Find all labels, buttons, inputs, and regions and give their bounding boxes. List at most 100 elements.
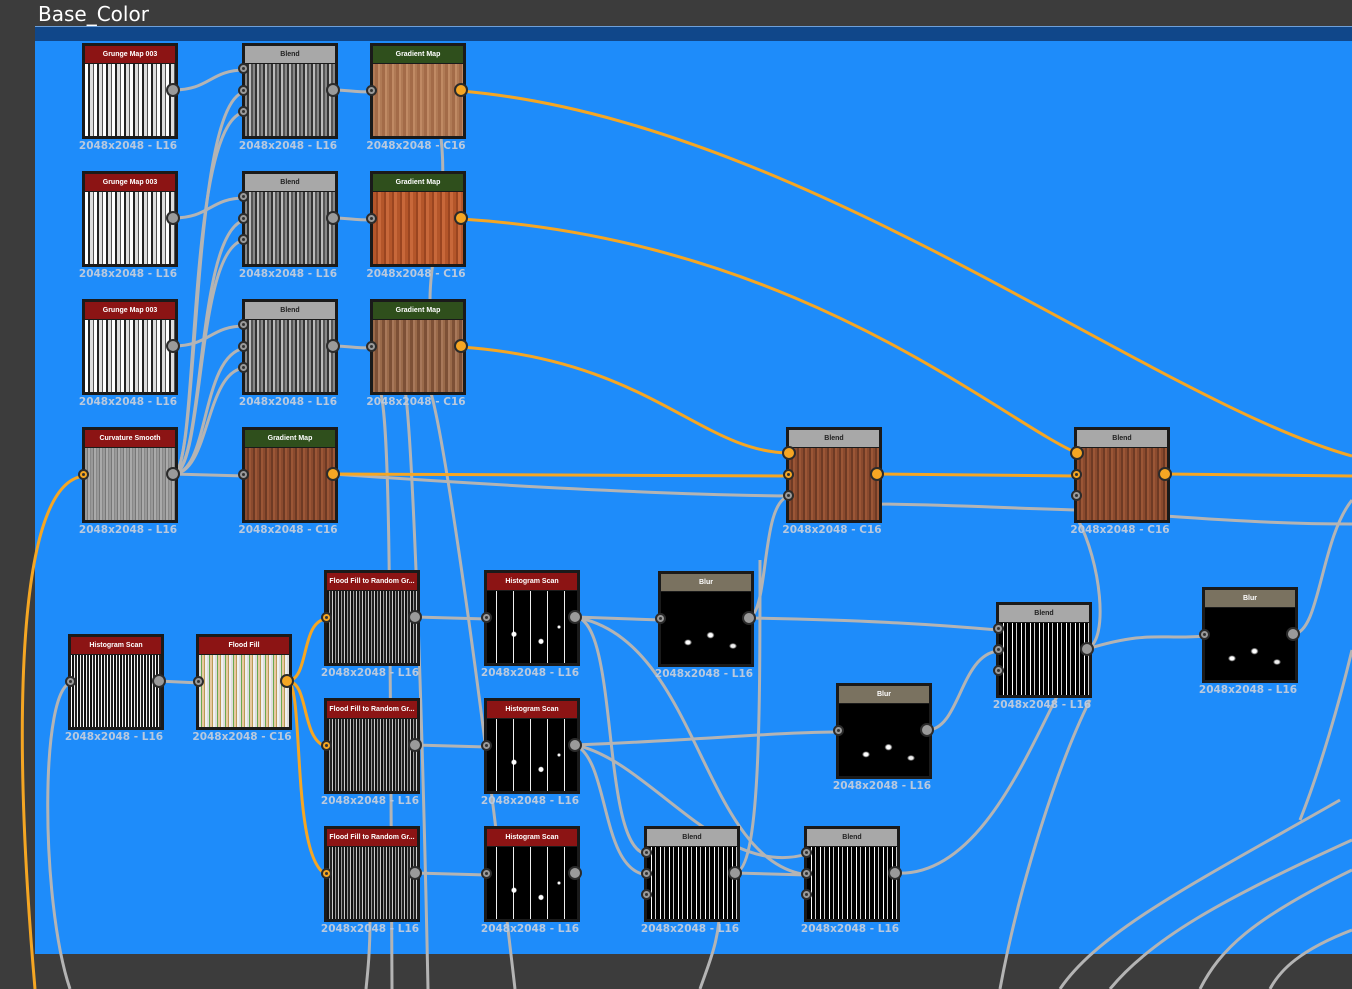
input-port[interactable] <box>801 868 812 879</box>
node-flood-fill-random-2[interactable]: Flood Fill to Random Gr... <box>324 698 420 794</box>
output-port[interactable] <box>166 339 180 353</box>
node-gradient-map-2[interactable]: Gradient Map <box>370 171 466 267</box>
output-port[interactable] <box>326 467 340 481</box>
node-flood-fill-random-3[interactable]: Flood Fill to Random Gr... <box>324 826 420 922</box>
output-port[interactable] <box>408 738 422 752</box>
output-port[interactable] <box>326 211 340 225</box>
node-blur-2[interactable]: Blur <box>836 683 932 779</box>
output-port[interactable] <box>166 211 180 225</box>
node-histogram-scan-4[interactable]: Histogram Scan <box>484 826 580 922</box>
input-port[interactable] <box>641 868 652 879</box>
input-port[interactable] <box>1071 469 1082 480</box>
input-port[interactable] <box>238 85 249 96</box>
output-port[interactable] <box>454 83 468 97</box>
input-port[interactable] <box>321 868 332 879</box>
input-port[interactable] <box>366 85 377 96</box>
output-port[interactable] <box>568 610 582 624</box>
node-grunge-map-1[interactable]: Grunge Map 003 <box>82 43 178 139</box>
output-port[interactable] <box>166 467 180 481</box>
input-port[interactable] <box>641 889 652 900</box>
node-blend-5[interactable]: Blend <box>1074 427 1170 523</box>
node-histogram-scan-3[interactable]: Histogram Scan <box>484 698 580 794</box>
output-port[interactable] <box>408 610 422 624</box>
input-port[interactable] <box>481 868 492 879</box>
input-port[interactable] <box>782 446 796 460</box>
input-port[interactable] <box>78 469 89 480</box>
output-port[interactable] <box>888 866 902 880</box>
output-port[interactable] <box>326 83 340 97</box>
output-port[interactable] <box>408 866 422 880</box>
node-gradient-map-1[interactable]: Gradient Map <box>370 43 466 139</box>
output-port[interactable] <box>1286 627 1300 641</box>
output-port[interactable] <box>1158 467 1172 481</box>
input-port[interactable] <box>993 623 1004 634</box>
input-port[interactable] <box>1070 446 1084 460</box>
node-grunge-map-3[interactable]: Grunge Map 003 <box>82 299 178 395</box>
output-port[interactable] <box>1080 642 1094 656</box>
node-blend-6[interactable]: Blend <box>996 602 1092 698</box>
input-port[interactable] <box>366 213 377 224</box>
node-blur-3[interactable]: Blur <box>1202 587 1298 683</box>
input-port[interactable] <box>238 319 249 330</box>
input-port[interactable] <box>238 63 249 74</box>
node-grunge-map-2[interactable]: Grunge Map 003 <box>82 171 178 267</box>
node-thumbnail <box>245 192 335 264</box>
node-blend-1[interactable]: Blend <box>242 43 338 139</box>
input-port[interactable] <box>993 644 1004 655</box>
input-port[interactable] <box>481 740 492 751</box>
node-title: Curvature Smooth <box>85 430 175 447</box>
input-port[interactable] <box>481 612 492 623</box>
node-blur-1[interactable]: Blur <box>658 571 754 667</box>
node-flood-fill[interactable]: Flood Fill <box>196 634 292 730</box>
input-port[interactable] <box>238 106 249 117</box>
input-port[interactable] <box>65 676 76 687</box>
node-blend-4[interactable]: Blend <box>786 427 882 523</box>
input-port[interactable] <box>238 341 249 352</box>
node-gradient-map-4[interactable]: Gradient Map <box>242 427 338 523</box>
node-gradient-map-3[interactable]: Gradient Map <box>370 299 466 395</box>
node-histogram-scan-2[interactable]: Histogram Scan <box>484 570 580 666</box>
input-port[interactable] <box>238 234 249 245</box>
graph-frame-header[interactable] <box>35 26 1352 41</box>
input-port[interactable] <box>833 725 844 736</box>
output-port[interactable] <box>568 866 582 880</box>
input-port[interactable] <box>993 665 1004 676</box>
node-blend-2[interactable]: Blend <box>242 171 338 267</box>
node-title: Grunge Map 003 <box>85 174 175 191</box>
input-port[interactable] <box>641 847 652 858</box>
input-port[interactable] <box>783 469 794 480</box>
output-port[interactable] <box>568 738 582 752</box>
input-port[interactable] <box>321 740 332 751</box>
input-port[interactable] <box>193 676 204 687</box>
input-port[interactable] <box>366 341 377 352</box>
input-port[interactable] <box>238 213 249 224</box>
input-port[interactable] <box>238 469 249 480</box>
output-port[interactable] <box>326 339 340 353</box>
output-port[interactable] <box>166 83 180 97</box>
input-port[interactable] <box>801 847 812 858</box>
node-blend-7[interactable]: Blend <box>644 826 740 922</box>
node-histogram-scan-1[interactable]: Histogram Scan <box>68 634 164 730</box>
input-port[interactable] <box>238 362 249 373</box>
output-port[interactable] <box>280 674 294 688</box>
input-port[interactable] <box>1199 629 1210 640</box>
input-port[interactable] <box>1071 490 1082 501</box>
output-port[interactable] <box>920 723 934 737</box>
node-flood-fill-random-1[interactable]: Flood Fill to Random Gr... <box>324 570 420 666</box>
input-port[interactable] <box>321 612 332 623</box>
input-port[interactable] <box>238 191 249 202</box>
node-blend-3[interactable]: Blend <box>242 299 338 395</box>
node-blend-8[interactable]: Blend <box>804 826 900 922</box>
node-curvature-smooth[interactable]: Curvature Smooth <box>82 427 178 523</box>
output-port[interactable] <box>454 339 468 353</box>
input-port[interactable] <box>783 490 794 501</box>
node-title: Histogram Scan <box>487 829 577 846</box>
node-thumbnail <box>373 64 463 136</box>
output-port[interactable] <box>728 866 742 880</box>
output-port[interactable] <box>152 674 166 688</box>
output-port[interactable] <box>870 467 884 481</box>
output-port[interactable] <box>454 211 468 225</box>
input-port[interactable] <box>801 889 812 900</box>
output-port[interactable] <box>742 611 756 625</box>
input-port[interactable] <box>655 613 666 624</box>
